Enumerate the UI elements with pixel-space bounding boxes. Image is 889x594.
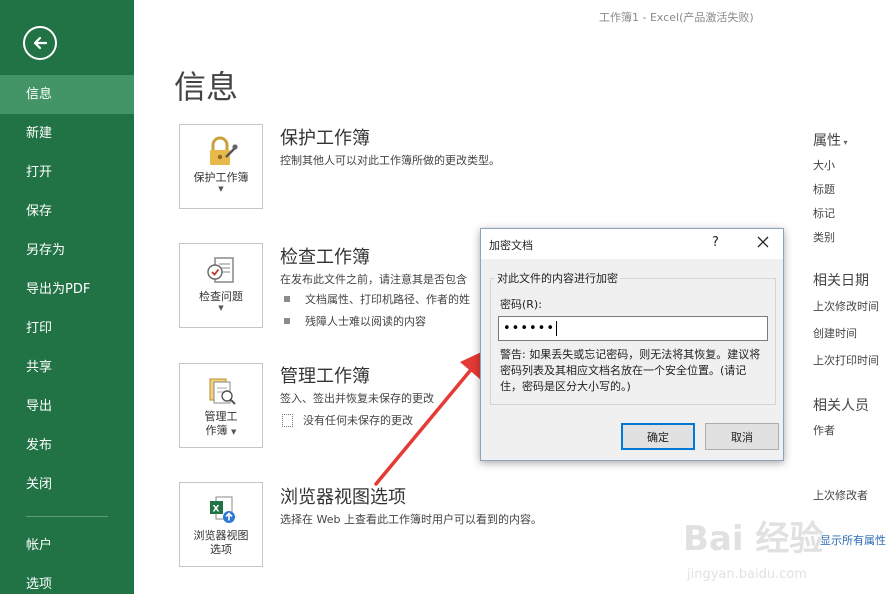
properties-heading[interactable]: 属性 ▾ — [813, 130, 848, 150]
properties-heading-text: 属性 — [813, 133, 841, 149]
nav-close[interactable]: 关闭 — [0, 465, 134, 504]
back-arrow-icon — [33, 36, 48, 50]
prop-category: 类别 — [813, 231, 835, 244]
browser-view-label-2: 选项 — [210, 543, 232, 556]
close-icon[interactable] — [756, 235, 770, 249]
check-issues-label: 检查问题 — [199, 290, 243, 303]
prop-last-modified: 上次修改时间 — [813, 300, 879, 313]
watermark-text: Bai 经验 — [683, 519, 823, 559]
prop-last-printed: 上次打印时间 — [813, 354, 879, 367]
nav-new[interactable]: 新建 — [0, 114, 134, 153]
inspect-workbook-desc: 在发布此文件之前，请注意其是否包含 — [280, 273, 467, 286]
inspect-workbook-title: 检查工作簿 — [280, 247, 370, 268]
manage-workbook-title: 管理工作簿 — [280, 366, 370, 387]
related-people-heading: 相关人员 — [813, 398, 869, 414]
manage-workbook-label-2: 作簿 — [205, 424, 228, 437]
manage-workbook-button[interactable]: 管理工 作簿 ▼ — [179, 363, 263, 448]
nav-info[interactable]: 信息 — [0, 75, 134, 114]
excel-backstage: 信息 新建 打开 保存 另存为 导出为PDF 打印 共享 导出 发布 关闭 帐户… — [0, 0, 889, 594]
inspect-document-icon — [204, 254, 238, 288]
manage-workbook-label-2-row: 作簿 ▼ — [206, 424, 237, 438]
lock-key-icon — [204, 135, 238, 169]
check-issues-button[interactable]: 检查问题 ▼ — [179, 243, 263, 328]
nav-save-as[interactable]: 另存为 — [0, 231, 134, 270]
chevron-down-icon: ▼ — [231, 428, 237, 436]
baidu-jingyan-watermark: Bai 经验 jingyan.baidu.com — [683, 519, 823, 582]
protect-workbook-title: 保护工作簿 — [280, 128, 370, 149]
document-icon — [282, 413, 293, 427]
encrypt-document-dialog: 加密文档 ? 对此文件的内容进行加密 密码(R): •••••• 警告: 如果丢… — [480, 228, 784, 461]
browser-view-label-1: 浏览器视图 — [193, 529, 249, 542]
nav-account[interactable]: 帐户 — [0, 526, 134, 565]
chevron-down-icon: ▼ — [218, 304, 224, 312]
nav-divider — [26, 516, 108, 517]
bullet-square-icon — [284, 318, 290, 324]
bullet-square-icon — [284, 296, 290, 302]
protect-workbook-label: 保护工作簿 — [193, 171, 249, 184]
nav-open[interactable]: 打开 — [0, 153, 134, 192]
bullet-text: 文档属性、打印机路径、作者的姓 — [305, 293, 470, 306]
nav-save[interactable]: 保存 — [0, 192, 134, 231]
browser-view-icon: X — [204, 493, 238, 527]
svg-text:X: X — [213, 505, 220, 515]
prop-title: 标题 — [813, 183, 835, 196]
nav-options[interactable]: 选项 — [0, 565, 134, 594]
protect-workbook-button[interactable]: 保护工作簿 ▼ — [179, 124, 263, 209]
bullet-item: 没有任何未保存的更改 — [282, 412, 413, 428]
related-dates-heading: 相关日期 — [813, 273, 869, 289]
manage-workbook-icon — [204, 374, 238, 408]
help-icon[interactable]: ? — [712, 235, 719, 250]
back-button[interactable] — [23, 26, 57, 60]
text-cursor — [556, 321, 558, 336]
nav-publish[interactable]: 发布 — [0, 426, 134, 465]
password-warning: 警告: 如果丢失或忘记密码，则无法将其恢复。建议将密码列表及其相应文档名放在一个… — [500, 348, 761, 393]
encrypt-group-label: 对此文件的内容进行加密 — [495, 270, 620, 286]
nav-print[interactable]: 打印 — [0, 309, 134, 348]
browser-view-desc: 选择在 Web 上查看此工作簿时用户可以看到的内容。 — [280, 513, 542, 526]
nav-export-pdf[interactable]: 导出为PDF — [0, 270, 134, 309]
prop-created: 创建时间 — [813, 327, 857, 340]
nav-share[interactable]: 共享 — [0, 348, 134, 387]
chevron-down-icon: ▼ — [218, 185, 224, 193]
prop-last-modified-by: 上次修改者 — [813, 489, 868, 502]
dialog-title: 加密文档 — [489, 239, 533, 252]
backstage-sidebar: 信息 新建 打开 保存 另存为 导出为PDF 打印 共享 导出 发布 关闭 帐户… — [0, 0, 134, 594]
bullet-text: 残障人士难以阅读的内容 — [305, 315, 426, 328]
password-value: •••••• — [503, 321, 556, 336]
window-title: 工作簿1 - Excel(产品激活失败) — [599, 11, 754, 24]
password-label: 密码(R): — [500, 298, 542, 311]
nav-export[interactable]: 导出 — [0, 387, 134, 426]
prop-author: 作者 — [813, 424, 835, 437]
manage-workbook-desc: 签入、签出并恢复未保存的更改 — [280, 392, 434, 405]
bullet-text: 没有任何未保存的更改 — [303, 414, 413, 427]
manage-workbook-label-1: 管理工 — [204, 410, 238, 423]
bullet-item: 残障人士难以阅读的内容 — [284, 313, 426, 329]
cancel-button[interactable]: 取消 — [705, 423, 779, 450]
password-field[interactable]: •••••• — [498, 316, 768, 341]
prop-tags: 标记 — [813, 207, 835, 220]
ok-button[interactable]: 确定 — [621, 423, 695, 450]
page-title: 信息 — [174, 68, 239, 106]
prop-size: 大小 — [813, 159, 835, 172]
watermark-url: jingyan.baidu.com — [686, 567, 807, 582]
browser-view-options-button[interactable]: X 浏览器视图 选项 — [179, 482, 263, 567]
bullet-item: 文档属性、打印机路径、作者的姓 — [284, 291, 470, 307]
protect-workbook-desc: 控制其他人可以对此工作簿所做的更改类型。 — [280, 154, 500, 167]
browser-view-title: 浏览器视图选项 — [280, 487, 406, 508]
